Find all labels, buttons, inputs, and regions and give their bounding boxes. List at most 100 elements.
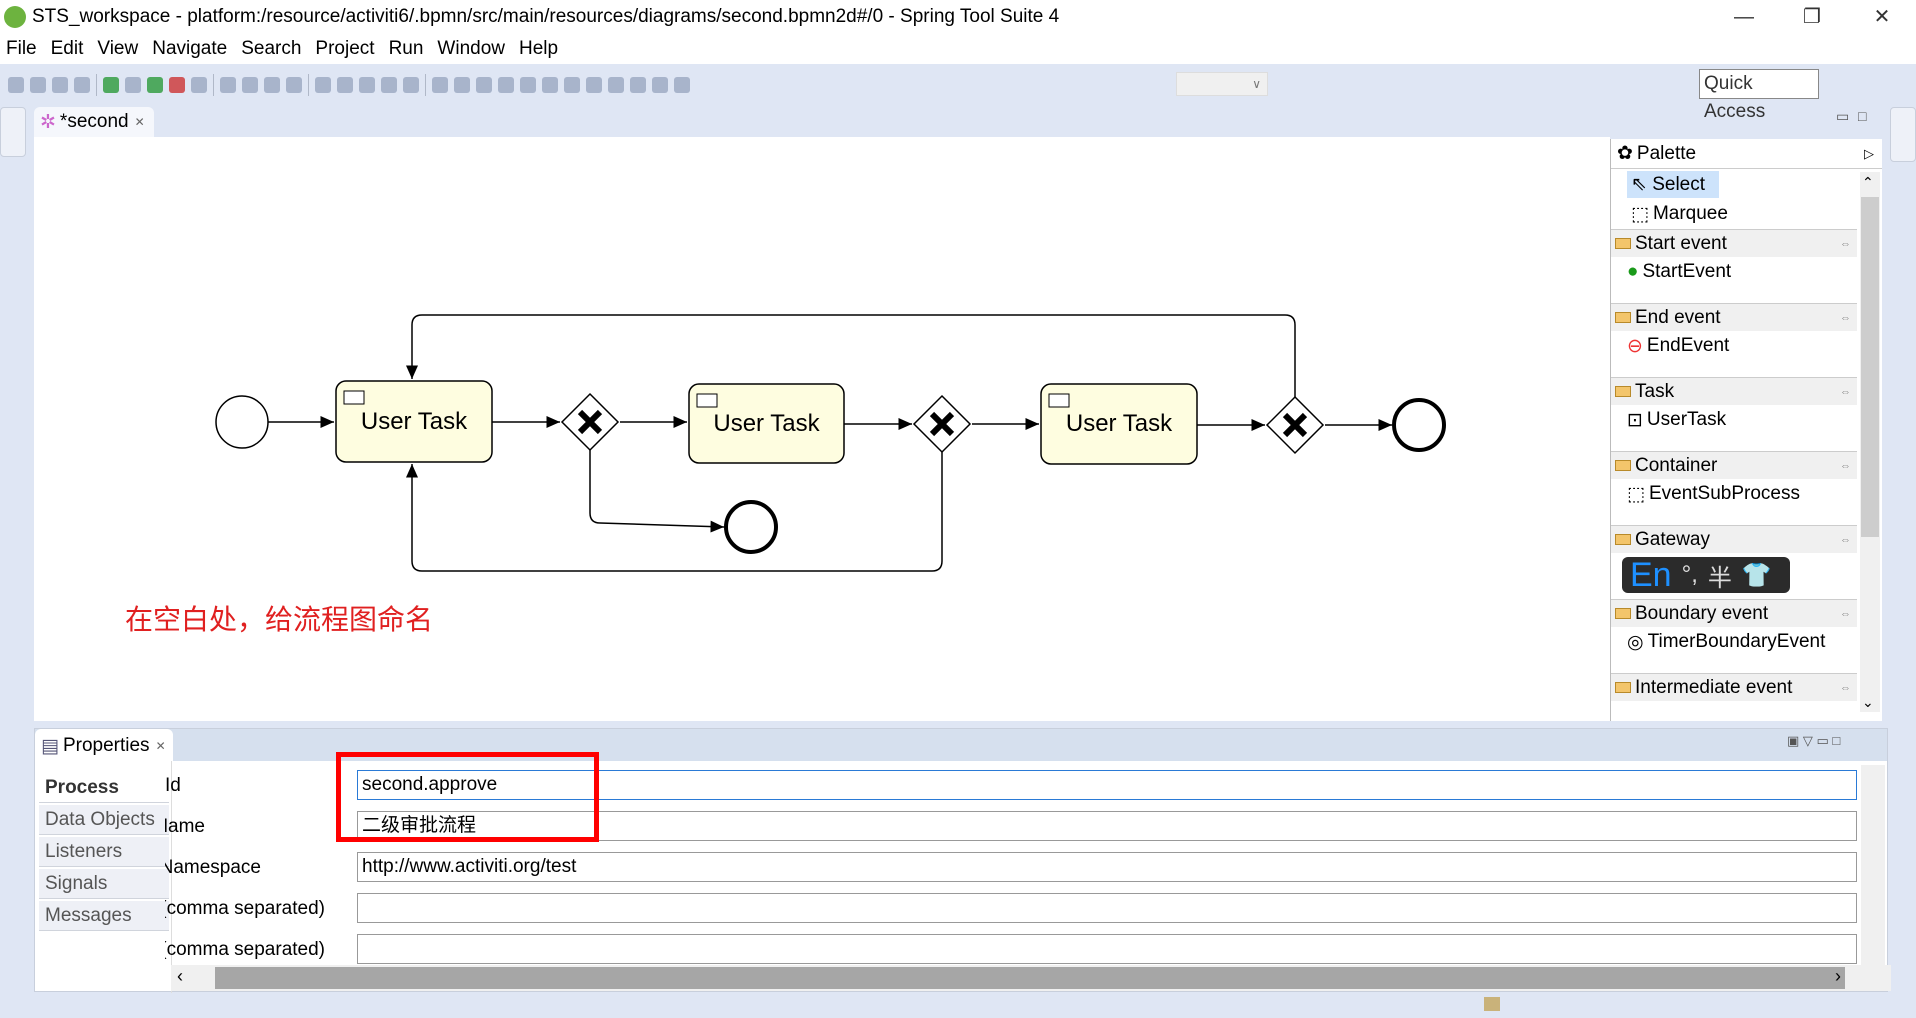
- ime-toolbar[interactable]: En °, 半 👕: [1622, 556, 1790, 595]
- ime-width[interactable]: 半: [1708, 558, 1732, 593]
- marquee-icon: ⬚: [1631, 203, 1649, 225]
- palette-item-endevent[interactable]: ⊖ EndEvent: [1611, 331, 1857, 361]
- scroll-thumb[interactable]: [215, 967, 1845, 989]
- folder-icon: [1615, 682, 1631, 693]
- end-event: [1392, 398, 1446, 452]
- palette-clipped-item: [1611, 361, 1857, 377]
- tool-label: Marquee: [1652, 203, 1728, 224]
- cursor-icon: ⇖: [1631, 173, 1647, 195]
- palette-title: Palette: [1636, 142, 1697, 164]
- candidate-groups-label: Candidate start groups (comma separated): [165, 939, 325, 960]
- palette-icon: ✿: [1617, 143, 1633, 164]
- palette-tool-marquee[interactable]: ⬚ Marquee: [1611, 199, 1857, 229]
- item-label: EndEvent: [1646, 335, 1730, 356]
- user-task-2[interactable]: User Task: [689, 384, 844, 463]
- props-tab-signals[interactable]: Signals: [39, 869, 169, 899]
- palette-clipped-item: [1611, 287, 1857, 303]
- status-bar: [0, 992, 1916, 1018]
- pin-icon[interactable]: ⇔: [1840, 682, 1851, 694]
- pin-icon[interactable]: ⇔: [1840, 238, 1851, 250]
- subprocess-icon: ⬚: [1627, 483, 1645, 505]
- palette-item-usertask[interactable]: ⊡ UserTask: [1611, 405, 1857, 435]
- palette-tool-select[interactable]: ⇖ Select: [1611, 169, 1857, 199]
- palette-clipped-item: [1611, 435, 1857, 451]
- props-tab-process[interactable]: Process: [39, 773, 169, 803]
- section-label: Container: [1635, 454, 1718, 476]
- folder-icon: [1615, 386, 1631, 397]
- namespace-label: Namespace: [165, 857, 261, 878]
- user-task-3[interactable]: User Task: [1041, 384, 1197, 464]
- props-tab-listeners[interactable]: Listeners: [39, 837, 169, 867]
- palette-scroll-thumb[interactable]: [1861, 197, 1879, 537]
- scroll-left-icon[interactable]: ‹: [177, 966, 183, 987]
- palette-section-task[interactable]: Task ⇔: [1611, 377, 1857, 405]
- scroll-down-icon[interactable]: ⌄: [1862, 694, 1874, 711]
- properties-view: ▤ Properties ✕ ▣ ▽ ▭ □ Process Data Object…: [34, 728, 1891, 993]
- palette-clipped-item: [1611, 657, 1857, 673]
- properties-tab-label: Properties: [62, 735, 150, 756]
- user-task-icon: ⊡: [1627, 409, 1643, 431]
- scroll-up-icon[interactable]: ⌃: [1862, 174, 1874, 191]
- pin-icon[interactable]: ⇔: [1840, 534, 1851, 546]
- item-label: UserTask: [1646, 409, 1727, 430]
- pin-icon[interactable]: ⇔: [1840, 460, 1851, 472]
- pin-view-icon[interactable]: ▣ ▽ ▭ □: [1787, 733, 1840, 749]
- folder-icon: [1615, 534, 1631, 545]
- palette-section-boundary-event[interactable]: Boundary event ⇔: [1611, 599, 1857, 627]
- section-label: End event: [1635, 306, 1721, 328]
- palette-header: ✿ Palette ▷: [1611, 139, 1882, 169]
- palette-section-end-event[interactable]: End event ⇔: [1611, 303, 1857, 331]
- folder-icon: [1615, 238, 1631, 249]
- item-label: StartEvent: [1642, 261, 1732, 282]
- section-label: Boundary event: [1635, 602, 1769, 624]
- ime-punctuation[interactable]: °,: [1682, 561, 1698, 589]
- section-label: Task: [1635, 380, 1675, 402]
- section-label: Gateway: [1635, 528, 1710, 550]
- palette-section-start-event[interactable]: Start event ⇔: [1611, 229, 1857, 257]
- namespace-field[interactable]: http://www.activiti.org/test: [357, 852, 1857, 882]
- scroll-right-icon[interactable]: ›: [1835, 966, 1841, 987]
- pin-icon[interactable]: ⇔: [1840, 312, 1851, 324]
- palette-item-startevent[interactable]: ● StartEvent: [1611, 257, 1857, 287]
- start-event-icon: ●: [1627, 261, 1639, 282]
- close-tab-icon[interactable]: ✕: [156, 739, 166, 753]
- props-tab-messages[interactable]: Messages: [39, 901, 169, 931]
- folder-icon: [1615, 608, 1631, 619]
- properties-tab[interactable]: ▤ Properties ✕: [35, 729, 173, 763]
- section-label: Intermediate event: [1635, 676, 1793, 698]
- name-label: Name: [165, 816, 205, 837]
- progress-icon[interactable]: [1484, 997, 1500, 1011]
- palette: ✿ Palette ▷ ⇖ Select ⬚ Marquee Start event ⇔…: [1610, 139, 1882, 721]
- shirt-icon[interactable]: 👕: [1742, 561, 1772, 590]
- item-label: EventSubProcess: [1648, 483, 1800, 504]
- user-task-1[interactable]: User Task: [336, 381, 492, 462]
- palette-item-timerboundaryevent[interactable]: ◎ TimerBoundaryEvent: [1611, 627, 1857, 657]
- highlight-box: [336, 752, 599, 842]
- folder-icon: [1615, 312, 1631, 323]
- collapse-palette-icon[interactable]: ▷: [1864, 146, 1874, 162]
- palette-clipped-item: [1611, 509, 1857, 525]
- candidate-users-field[interactable]: [357, 893, 1857, 923]
- palette-section-container[interactable]: Container ⇔: [1611, 451, 1857, 479]
- palette-item-eventsubprocess[interactable]: ⬚ EventSubProcess: [1611, 479, 1857, 509]
- ime-language[interactable]: En: [1630, 556, 1672, 595]
- folder-icon: [1615, 460, 1631, 471]
- tool-label: Select: [1652, 173, 1706, 195]
- section-label: Start event: [1635, 232, 1727, 254]
- annotation-text: 在空白处，给流程图命名: [125, 603, 434, 636]
- props-tab-data-objects[interactable]: Data Objects: [39, 805, 169, 835]
- timer-icon: ◎: [1627, 631, 1644, 653]
- start-event: [215, 395, 269, 449]
- end-event-icon: ⊖: [1627, 335, 1643, 357]
- end-event-reject: [724, 500, 778, 554]
- palette-section-gateway[interactable]: Gateway ⇔: [1611, 525, 1857, 553]
- candidate-groups-field[interactable]: [357, 934, 1857, 964]
- properties-horizontal-scrollbar[interactable]: ‹ ›: [171, 965, 1891, 991]
- palette-section-intermediate-event[interactable]: Intermediate event ⇔: [1611, 673, 1857, 701]
- candidate-users-label: Candidate start users (comma separated): [165, 898, 325, 919]
- item-label: TimerBoundaryEvent: [1647, 631, 1826, 652]
- pin-icon[interactable]: ⇔: [1840, 386, 1851, 398]
- id-label: Id: [165, 775, 181, 796]
- pin-icon[interactable]: ⇔: [1840, 608, 1851, 620]
- properties-vertical-scrollbar[interactable]: [1861, 765, 1885, 965]
